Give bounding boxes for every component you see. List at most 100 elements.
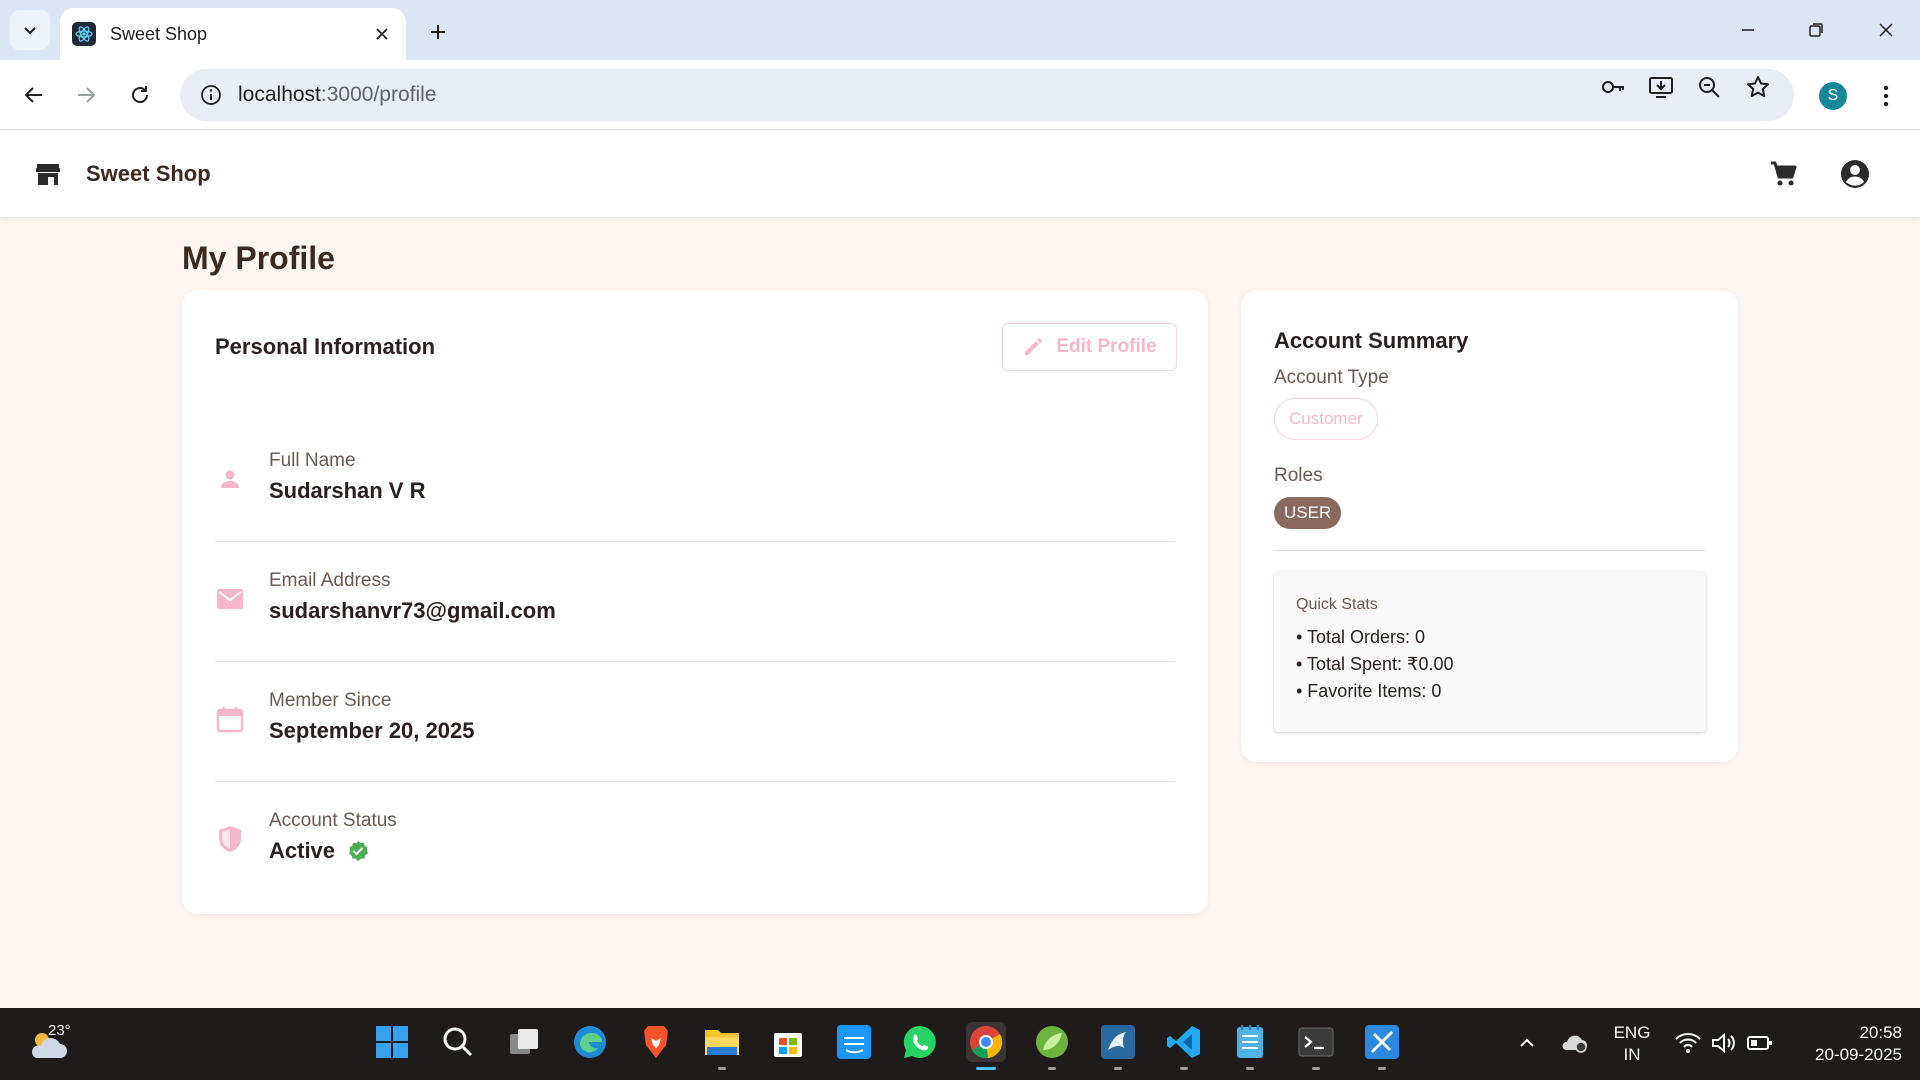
forward-button[interactable] (68, 77, 104, 113)
edge-icon (574, 1026, 606, 1058)
email-icon (215, 584, 245, 614)
quick-stats-title: Quick Stats (1296, 596, 1378, 613)
bookmark-star-icon[interactable] (1744, 73, 1772, 101)
url-host: localhost (238, 83, 321, 106)
restore-button[interactable] (1796, 12, 1836, 48)
minimize-button[interactable] (1728, 12, 1768, 48)
onedrive-icon[interactable] (1559, 1028, 1589, 1058)
brand-name[interactable]: Sweet Shop (86, 161, 211, 187)
active-indicator (976, 1067, 996, 1070)
chevron-up-icon (1520, 1038, 1534, 1047)
running-indicator (1048, 1067, 1056, 1070)
info-row-email: Email Address sudarshanvr73@gmail.com (215, 542, 1175, 662)
brave-icon (644, 1026, 668, 1058)
volume-icon[interactable] (1709, 1028, 1739, 1058)
field-label: Email Address (269, 570, 391, 591)
arrow-left-icon (24, 87, 42, 103)
taskbar-vscode[interactable] (1164, 1022, 1204, 1070)
url-path: :3000/profile (320, 83, 437, 106)
store-bag-icon (774, 1033, 802, 1057)
running-indicator (1312, 1067, 1320, 1070)
taskbar-chrome[interactable] (966, 1022, 1006, 1070)
pencil-icon (1025, 338, 1043, 355)
taskbar-brave[interactable] (636, 1022, 676, 1062)
search-icon (443, 1027, 473, 1057)
running-indicator (1246, 1067, 1254, 1070)
plus-icon (431, 25, 445, 39)
tab-search-button[interactable] (10, 10, 50, 50)
clock-date: 20-09-2025 (1815, 1045, 1902, 1064)
calendar-icon (215, 704, 245, 734)
show-hidden-icons-button[interactable] (1512, 1028, 1542, 1058)
field-value: Sudarshan V R (269, 478, 426, 503)
spring-leaf-icon (1036, 1026, 1068, 1058)
taskbar-store[interactable] (768, 1022, 808, 1062)
taskbar-spring-tools[interactable] (1032, 1022, 1072, 1070)
weather-temperature: 23° (48, 1022, 71, 1039)
account-summary-card: Account Summary Account Type Customer Ro… (1241, 290, 1738, 762)
start-button[interactable] (372, 1022, 412, 1062)
personal-info-card: Personal Information Edit Profile Full N… (182, 290, 1208, 914)
quick-stats-panel: Quick Stats • Total Orders: 0 • Total Sp… (1274, 572, 1706, 732)
taskbar-terminal[interactable] (1296, 1022, 1336, 1070)
account-circle-icon[interactable] (1839, 158, 1871, 190)
running-indicator (718, 1067, 726, 1070)
browser-tab[interactable]: Sweet Shop (60, 8, 406, 60)
browser-toolbar: localhost:3000/profile S (0, 60, 1920, 130)
back-button[interactable] (16, 77, 52, 113)
task-view-button[interactable] (504, 1022, 544, 1062)
browser-menu-icon[interactable] (1872, 80, 1900, 112)
field-value: September 20, 2025 (269, 718, 475, 743)
taskbar-snipping-tool[interactable] (1362, 1022, 1402, 1070)
password-key-icon[interactable] (1599, 73, 1627, 101)
close-window-button[interactable] (1866, 12, 1906, 48)
browser-profile-avatar[interactable]: S (1819, 82, 1847, 110)
address-bar[interactable]: localhost:3000/profile (180, 69, 1794, 121)
whatsapp-icon (903, 1025, 936, 1058)
taskbar-notepad[interactable] (1230, 1022, 1270, 1070)
taskbar-search-button[interactable] (438, 1022, 478, 1062)
vscode-icon (1167, 1026, 1200, 1058)
close-tab-icon[interactable] (370, 22, 394, 46)
role-chip: USER (1274, 497, 1342, 529)
chrome-icon (970, 1026, 1003, 1059)
status-value: Active (269, 838, 336, 863)
reload-button[interactable] (122, 77, 158, 113)
arrow-right-icon (78, 87, 96, 103)
language-code: ENG (1613, 1023, 1651, 1042)
task-view-icon (510, 1029, 538, 1054)
taskbar-mysql-workbench[interactable] (1098, 1022, 1138, 1070)
install-app-icon[interactable] (1647, 73, 1675, 101)
system-clock[interactable]: 20:58 20-09-2025 (1786, 1022, 1902, 1066)
section-title: Personal Information (215, 334, 436, 359)
person-icon (215, 464, 245, 494)
taskbar-prime-video[interactable] (834, 1022, 874, 1062)
running-indicator (1378, 1067, 1386, 1070)
battery-icon[interactable] (1745, 1028, 1775, 1058)
zoom-icon[interactable] (1695, 73, 1723, 101)
windows-icon (376, 1026, 408, 1058)
field-value: sudarshanvr73@gmail.com (269, 598, 556, 623)
cart-icon[interactable] (1768, 158, 1800, 190)
verified-check-icon (347, 840, 369, 862)
terminal-icon (1298, 1027, 1334, 1057)
taskbar-whatsapp[interactable] (900, 1022, 940, 1062)
reload-icon (132, 86, 148, 103)
taskbar: 23° ENG IN 20:58 20-09-2025 (0, 1008, 1920, 1080)
new-tab-button[interactable] (420, 14, 456, 50)
edit-profile-button[interactable]: Edit Profile (1002, 323, 1177, 371)
account-type-label: Account Type (1274, 367, 1389, 388)
url-text: localhost:3000/profile (238, 83, 436, 107)
taskbar-edge[interactable] (570, 1022, 610, 1062)
taskbar-file-explorer[interactable] (702, 1022, 742, 1070)
field-label: Member Since (269, 690, 392, 711)
field-label: Full Name (269, 450, 356, 471)
divider (1274, 550, 1706, 551)
wifi-icon[interactable] (1673, 1028, 1703, 1058)
running-indicator (1114, 1067, 1122, 1070)
site-info-icon[interactable] (198, 82, 224, 108)
language-indicator[interactable]: ENG IN (1612, 1022, 1652, 1066)
react-icon (72, 22, 96, 46)
minimize-icon (1742, 29, 1754, 31)
close-icon (1879, 23, 1893, 37)
